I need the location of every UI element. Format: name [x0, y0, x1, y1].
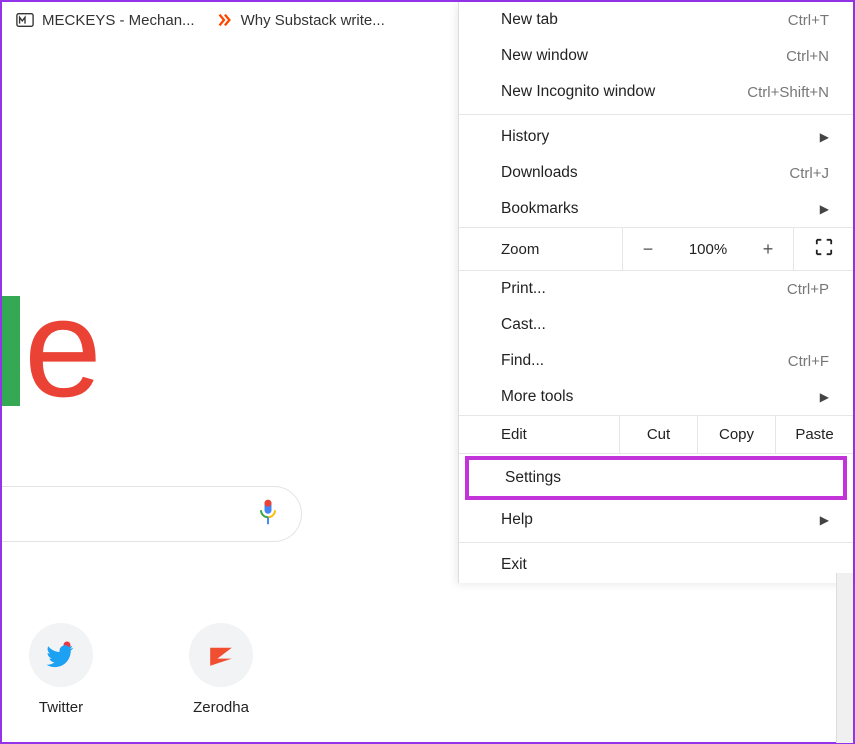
menu-label: New tab — [501, 11, 558, 29]
meckeys-favicon-icon — [16, 11, 34, 29]
google-logo-fragment: e — [2, 278, 102, 418]
menu-downloads[interactable]: Downloads Ctrl+J — [459, 155, 853, 191]
menu-zoom-row: Zoom − 100% + — [459, 227, 853, 271]
menu-divider — [459, 542, 853, 543]
tab-title: Why Substack write... — [241, 12, 385, 29]
menu-new-tab[interactable]: New tab Ctrl+T — [459, 2, 853, 38]
substack-favicon-icon — [215, 11, 233, 29]
shortcut-label: Twitter — [39, 699, 83, 716]
menu-label: Downloads — [501, 164, 578, 182]
menu-label: Settings — [505, 469, 561, 487]
menu-label: Cast... — [501, 316, 546, 334]
menu-label: New Incognito window — [501, 83, 655, 101]
menu-shortcut: Ctrl+J — [789, 165, 829, 182]
paste-button[interactable]: Paste — [775, 416, 853, 453]
menu-find[interactable]: Find... Ctrl+F — [459, 343, 853, 379]
chevron-right-icon: ▶ — [820, 130, 829, 144]
menu-help[interactable]: Help ▶ — [459, 502, 853, 538]
zoom-out-button[interactable]: − — [623, 229, 673, 270]
menu-label: Find... — [501, 352, 544, 370]
chevron-right-icon: ▶ — [820, 202, 829, 216]
menu-shortcut: Ctrl+N — [786, 48, 829, 65]
tab-substack[interactable]: Why Substack write... — [205, 5, 395, 35]
menu-label: New window — [501, 47, 588, 65]
menu-history[interactable]: History ▶ — [459, 119, 853, 155]
tab-title: MECKEYS - Mechan... — [42, 12, 195, 29]
menu-exit[interactable]: Exit — [459, 547, 853, 583]
menu-label: Print... — [501, 280, 546, 298]
menu-bookmarks[interactable]: Bookmarks ▶ — [459, 191, 853, 227]
menu-shortcut: Ctrl+T — [788, 12, 829, 29]
menu-edit-row: Edit Cut Copy Paste — [459, 415, 853, 454]
chrome-overflow-menu: New tab Ctrl+T New window Ctrl+N New Inc… — [458, 2, 853, 583]
menu-label: History — [501, 128, 549, 146]
menu-incognito[interactable]: New Incognito window Ctrl+Shift+N — [459, 74, 853, 110]
menu-new-window[interactable]: New window Ctrl+N — [459, 38, 853, 74]
menu-settings[interactable]: Settings — [469, 460, 843, 496]
logo-letter-e-icon: e — [24, 278, 102, 418]
logo-letter-l-icon — [2, 296, 20, 406]
menu-label: More tools — [501, 388, 573, 406]
zoom-value: 100% — [673, 231, 743, 268]
zoom-in-button[interactable]: + — [743, 229, 793, 270]
shortcuts-row: Twitter Zerodha — [16, 623, 266, 716]
zerodha-icon — [189, 623, 253, 687]
tab-meckeys[interactable]: MECKEYS - Mechan... — [6, 5, 205, 35]
menu-label: Exit — [501, 556, 527, 574]
shortcut-twitter[interactable]: Twitter — [16, 623, 106, 716]
shortcut-zerodha[interactable]: Zerodha — [176, 623, 266, 716]
menu-cast[interactable]: Cast... — [459, 307, 853, 343]
twitter-icon — [29, 623, 93, 687]
menu-divider — [459, 114, 853, 115]
menu-shortcut: Ctrl+Shift+N — [747, 84, 829, 101]
menu-shortcut: Ctrl+P — [787, 281, 829, 298]
cut-button[interactable]: Cut — [619, 416, 697, 453]
settings-highlight: Settings — [465, 456, 847, 500]
menu-more-tools[interactable]: More tools ▶ — [459, 379, 853, 415]
edit-label: Edit — [459, 416, 619, 453]
menu-label: Bookmarks — [501, 200, 579, 218]
menu-label: Help — [501, 511, 533, 529]
search-box-fragment[interactable] — [2, 486, 302, 542]
fullscreen-button[interactable] — [793, 228, 853, 270]
voice-search-icon[interactable] — [257, 498, 279, 530]
shortcut-label: Zerodha — [193, 699, 249, 716]
chevron-right-icon: ▶ — [820, 390, 829, 404]
chevron-right-icon: ▶ — [820, 513, 829, 527]
menu-print[interactable]: Print... Ctrl+P — [459, 271, 853, 307]
menu-shortcut: Ctrl+F — [788, 353, 829, 370]
scrollbar-fragment[interactable] — [836, 573, 853, 743]
fullscreen-icon — [815, 238, 833, 256]
copy-button[interactable]: Copy — [697, 416, 775, 453]
zoom-label: Zoom — [459, 231, 622, 268]
